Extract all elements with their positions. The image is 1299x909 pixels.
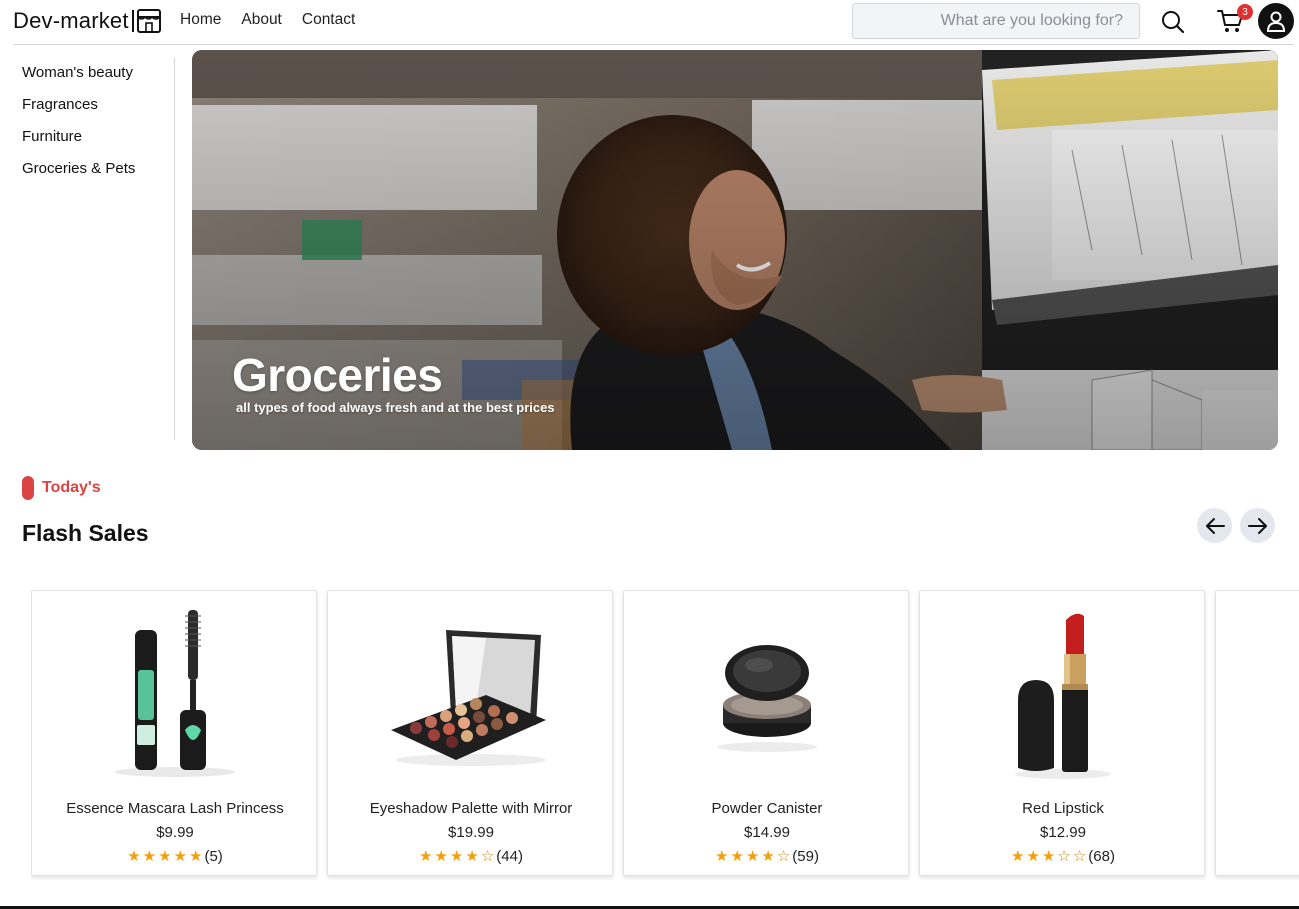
review-count: (68) — [1088, 848, 1115, 865]
user-icon — [1266, 11, 1286, 32]
arrow-left-icon — [1205, 517, 1225, 534]
powder-compact-icon — [717, 645, 817, 752]
main-nav: Home About Contact — [180, 11, 375, 29]
product-name: Red Lipstick — [1022, 800, 1104, 817]
product-card[interactable]: Eyeshadow Palette with Mirror $19.99 ★ ★ ★… — [327, 590, 613, 876]
product-image — [328, 605, 614, 785]
product-name: Powder Canister — [711, 800, 823, 817]
search-icon — [1162, 11, 1185, 34]
product-rating: ★ ★ ★ ★ ☆ (44) — [328, 848, 614, 865]
hero-subtitle: all types of food always fresh and at th… — [236, 400, 555, 415]
section-tag: Today's — [42, 479, 101, 496]
sidebar-divider — [174, 58, 175, 440]
account-button[interactable] — [1258, 3, 1294, 39]
star-filled-icon: ★ — [419, 847, 433, 865]
star-filled-icon: ★ — [1041, 847, 1056, 865]
logo[interactable]: Dev-market — [13, 6, 162, 36]
site-header: Dev-market Home About Contact 3 — [0, 0, 1299, 44]
header-divider — [13, 44, 1294, 45]
product-rating: ★ ★ ★ ☆ ☆ (68) — [920, 848, 1206, 865]
product-price: $12.99 — [1040, 824, 1086, 841]
next-button[interactable] — [1240, 508, 1275, 543]
review-count: (5) — [204, 848, 223, 865]
flash-sales-carousel: Essence Mascara Lash Princess $9.99 ★ ★ ★ ★… — [31, 590, 1299, 880]
product-card[interactable]: Essence Mascara Lash Princess $9.99 ★ ★ ★ ★… — [31, 590, 317, 876]
star-filled-icon: ★ — [715, 847, 729, 865]
sidebar-item-womans-beauty[interactable]: Woman's beauty — [22, 62, 172, 94]
product-name: Essence Mascara Lash Princess — [66, 800, 284, 817]
star-filled-icon: ★ — [730, 847, 744, 865]
star-filled-icon: ★ — [158, 847, 172, 865]
rating-stars: ★ ★ ★ ★ ☆ — [715, 847, 791, 865]
category-sidebar: Woman's beauty Fragrances Furniture Groc… — [22, 62, 172, 190]
search-input[interactable] — [852, 3, 1140, 39]
rating-stars: ★ ★ ★ ☆ ☆ — [1011, 847, 1087, 865]
star-filled-icon: ★ — [189, 847, 203, 865]
eyeshadow-palette-icon — [391, 630, 546, 766]
logo-divider — [131, 10, 134, 32]
nav-home[interactable]: Home — [180, 11, 221, 29]
star-empty-icon: ☆ — [1057, 847, 1071, 865]
product-rating: ★ ★ ★ ★ ★ (5) — [32, 848, 318, 865]
store-icon — [136, 9, 161, 33]
star-empty-icon: ☆ — [1072, 847, 1087, 865]
product-price: $19.99 — [448, 824, 494, 841]
star-empty-icon: ☆ — [776, 847, 791, 865]
search-button[interactable] — [1159, 8, 1187, 36]
logo-text: Dev-market — [13, 8, 129, 33]
sidebar-item-fragrances[interactable]: Fragrances — [22, 94, 172, 126]
previous-button[interactable] — [1197, 508, 1232, 543]
review-count: (59) — [792, 848, 819, 865]
section-tag-marker — [22, 476, 34, 500]
nav-contact[interactable]: Contact — [302, 11, 355, 29]
cart-count-badge: 3 — [1237, 4, 1253, 20]
nav-about[interactable]: About — [241, 11, 282, 29]
star-empty-icon: ☆ — [480, 847, 495, 865]
star-filled-icon: ★ — [142, 847, 157, 865]
star-filled-icon: ★ — [449, 847, 464, 865]
product-rating: ★ ★ ★ ★ ☆ (59) — [624, 848, 910, 865]
sidebar-item-groceries-pets[interactable]: Groceries & Pets — [22, 158, 172, 190]
product-image — [32, 605, 318, 785]
star-filled-icon: ★ — [127, 847, 141, 865]
review-count: (44) — [496, 848, 523, 865]
rating-stars: ★ ★ ★ ★ ☆ — [419, 847, 495, 865]
product-image — [624, 605, 910, 785]
product-image — [920, 605, 1206, 785]
hero-title: Groceries — [232, 349, 443, 401]
product-price: $9.99 — [156, 824, 194, 841]
sidebar-item-furniture[interactable]: Furniture — [22, 126, 172, 158]
rating-stars: ★ ★ ★ ★ ★ — [127, 847, 203, 865]
product-price: $14.99 — [744, 824, 790, 841]
star-filled-icon: ★ — [1011, 847, 1025, 865]
section-title: Flash Sales — [22, 520, 149, 546]
star-filled-icon: ★ — [173, 847, 187, 865]
product-name: Eyeshadow Palette with Mirror — [369, 800, 573, 817]
mascara-icon — [115, 610, 235, 777]
product-card[interactable]: Powder Canister $14.99 ★ ★ ★ ★ ☆ (59) — [623, 590, 909, 876]
star-filled-icon: ★ — [434, 847, 448, 865]
star-filled-icon: ★ — [1026, 847, 1040, 865]
product-card[interactable] — [1215, 590, 1299, 876]
star-filled-icon: ★ — [465, 847, 479, 865]
hero-banner[interactable]: Groceries all types of food always fresh… — [192, 50, 1278, 450]
product-card[interactable]: Red Lipstick $12.99 ★ ★ ★ ☆ ☆ (68) — [919, 590, 1205, 876]
arrow-right-icon — [1247, 517, 1267, 534]
star-filled-icon: ★ — [761, 847, 775, 865]
star-filled-icon: ★ — [745, 847, 760, 865]
lipstick-icon — [1015, 613, 1111, 779]
